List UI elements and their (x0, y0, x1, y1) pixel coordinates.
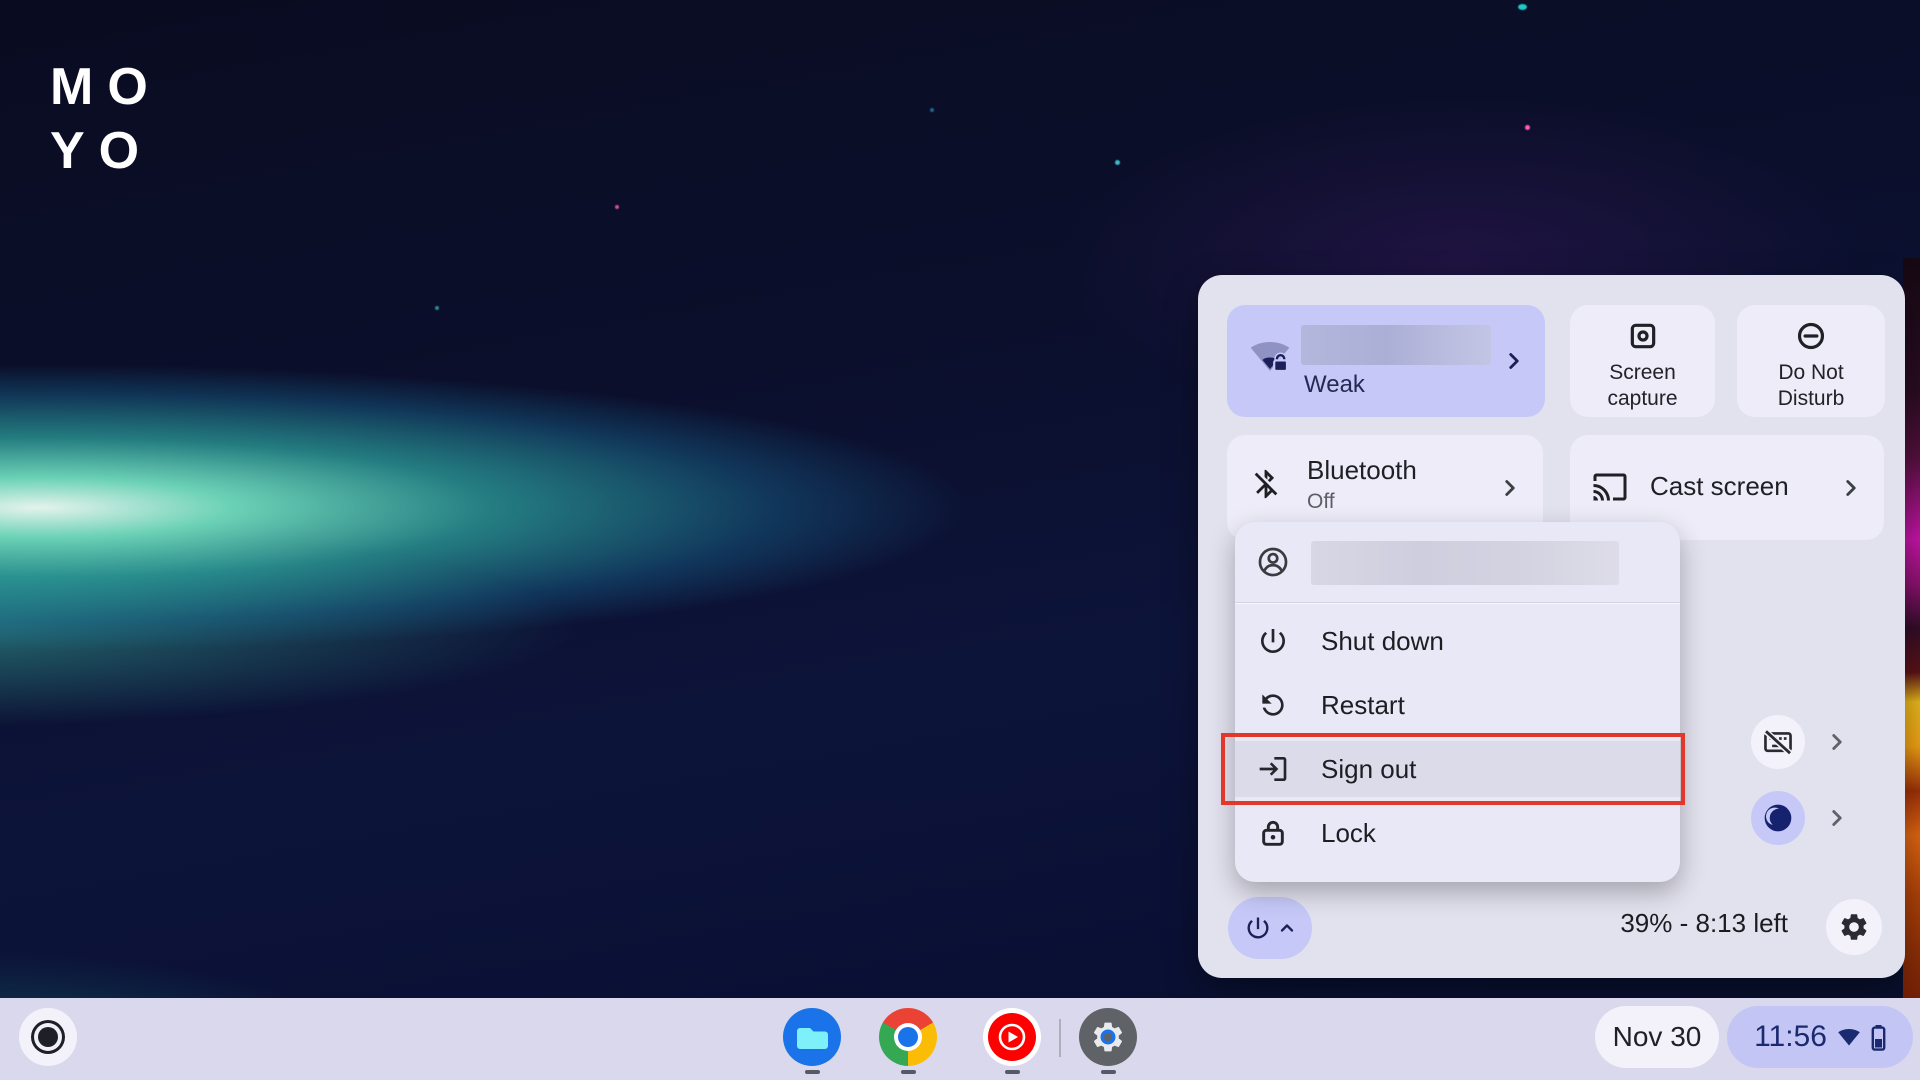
screen-capture-icon (1627, 320, 1659, 352)
logo-line-2: YO (50, 119, 162, 183)
cast-screen-label: Cast screen (1650, 471, 1789, 502)
running-app-indicator (1005, 1070, 1020, 1074)
on-screen-keyboard-button[interactable] (1751, 715, 1805, 769)
menu-item-lock[interactable]: Lock (1235, 805, 1680, 861)
bluetooth-status: Off (1307, 490, 1335, 514)
menu-item-label: Sign out (1321, 754, 1416, 785)
screen-capture-label: Screen capture (1588, 360, 1698, 412)
date-label: Nov 30 (1613, 1021, 1702, 1053)
dark-theme-button[interactable] (1751, 791, 1805, 845)
files-icon (783, 1008, 841, 1066)
menu-item-restart[interactable]: Restart (1235, 677, 1680, 733)
launcher-icon (38, 1027, 58, 1047)
wallpaper-speck (615, 205, 619, 209)
settings-button[interactable] (1826, 899, 1882, 955)
battery-status-label: 39% - 8:13 left (1620, 908, 1788, 939)
lock-icon (1257, 817, 1289, 849)
account-circle-icon (1256, 545, 1290, 579)
wallpaper-speck (435, 306, 439, 310)
running-app-indicator (805, 1070, 820, 1074)
chrome-icon-center (898, 1027, 918, 1047)
chevron-right-icon[interactable] (1824, 729, 1850, 755)
menu-item-label: Lock (1321, 818, 1376, 849)
bluetooth-label: Bluetooth (1307, 455, 1417, 486)
shelf-taskbar: Nov 30 11:56 (0, 998, 1920, 1080)
chevron-right-icon[interactable] (1501, 348, 1527, 374)
network-status-label: Weak (1304, 371, 1365, 399)
launcher-button[interactable] (19, 1008, 77, 1066)
files-app-button[interactable] (783, 1008, 841, 1066)
menu-item-label: Restart (1321, 690, 1405, 721)
running-app-indicator (1101, 1070, 1116, 1074)
power-icon (1257, 625, 1289, 657)
bluetooth-off-icon (1249, 465, 1283, 503)
chevron-right-icon[interactable] (1497, 475, 1523, 501)
chevron-right-icon[interactable] (1838, 475, 1864, 501)
chevron-right-icon[interactable] (1824, 805, 1850, 831)
network-tile[interactable]: Weak (1227, 305, 1545, 417)
do-not-disturb-label: Do Not Disturb (1765, 360, 1857, 412)
youtube-music-icon (983, 1008, 1041, 1066)
menu-item-shut-down[interactable]: Shut down (1235, 613, 1680, 669)
menu-item-sign-out[interactable]: Sign out (1235, 741, 1680, 797)
wifi-status-icon (1836, 1026, 1862, 1048)
screen-capture-tile[interactable]: Screen capture (1570, 305, 1715, 417)
youtube-music-app-button[interactable] (983, 1008, 1041, 1066)
menu-item-label: Shut down (1321, 626, 1444, 657)
wifi-lock-icon (1247, 337, 1293, 379)
chevron-up-icon (1277, 918, 1297, 938)
wallpaper-speck (930, 108, 934, 112)
menu-divider (1235, 602, 1680, 603)
wallpaper-speck (1115, 160, 1120, 165)
time-label: 11:56 (1754, 1020, 1827, 1054)
moyo-watermark-logo: MO YO (50, 55, 162, 183)
keyboard-off-icon (1762, 727, 1794, 757)
power-menu-popup: Shut down Restart Sign out Lock (1235, 522, 1680, 882)
battery-status-icon (1871, 1024, 1886, 1051)
settings-app-button[interactable] (1079, 1008, 1137, 1066)
dark-theme-moon-icon (1762, 802, 1794, 834)
power-icon (1244, 914, 1272, 942)
wallpaper-speck (1525, 125, 1530, 130)
account-row (1235, 522, 1680, 602)
power-menu-button[interactable] (1228, 897, 1312, 959)
redacted-network-name (1301, 325, 1491, 365)
redacted-account-name (1311, 541, 1619, 585)
status-tray-pill[interactable]: 11:56 (1727, 1006, 1913, 1068)
chrome-app-button[interactable] (879, 1008, 937, 1066)
shelf-separator (1059, 1019, 1061, 1057)
sign-out-icon (1257, 753, 1289, 785)
date-pill[interactable]: Nov 30 (1595, 1006, 1719, 1068)
logo-line-1: MO (50, 55, 162, 119)
do-not-disturb-tile[interactable]: Do Not Disturb (1737, 305, 1885, 417)
wallpaper-color-strip (1903, 258, 1920, 998)
gear-icon (1838, 911, 1870, 943)
wallpaper-speck (1518, 4, 1527, 10)
cast-icon (1592, 469, 1628, 505)
running-app-indicator (901, 1070, 916, 1074)
restart-icon (1257, 689, 1289, 721)
do-not-disturb-icon (1795, 320, 1827, 352)
settings-app-icon (1079, 1008, 1137, 1066)
